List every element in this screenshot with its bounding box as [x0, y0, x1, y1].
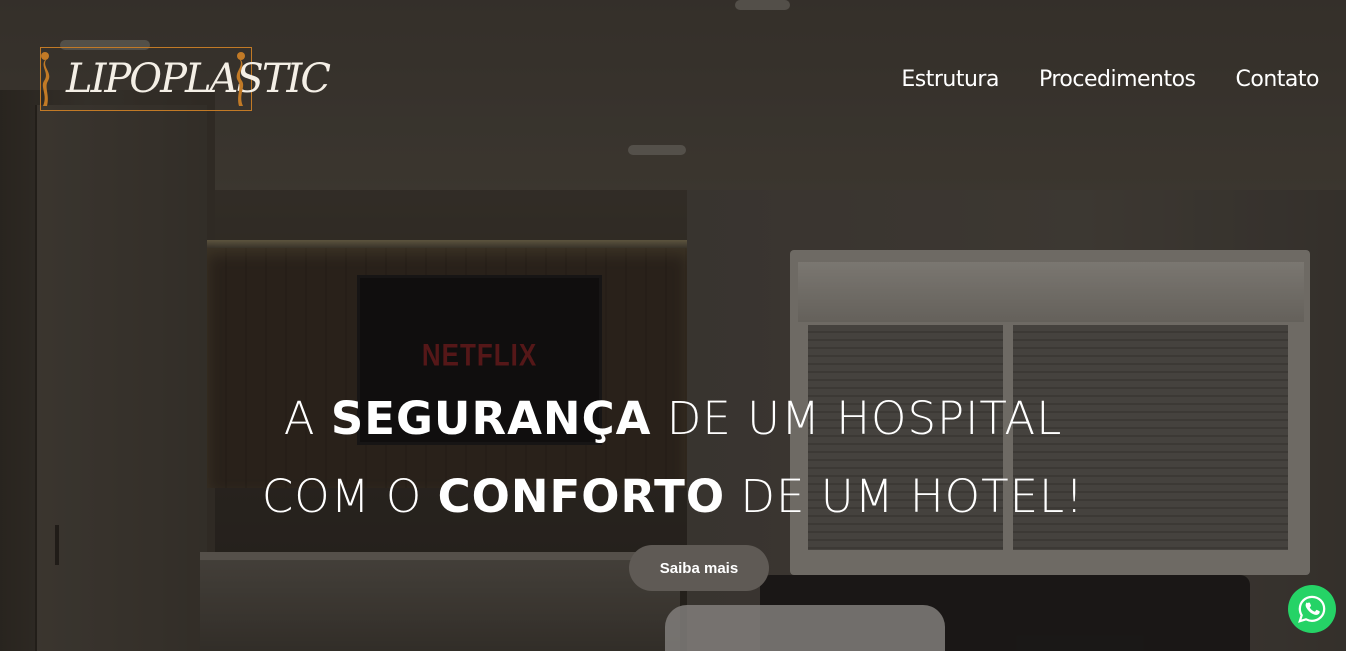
hero-line-2: COM O CONFORTO DE UM HOTEL! — [0, 458, 1346, 536]
hero-text: COM O — [261, 470, 438, 523]
nav-item-procedimentos[interactable]: Procedimentos — [1039, 64, 1196, 96]
hero-text-bold: SEGURANÇA — [330, 392, 652, 445]
whatsapp-button[interactable] — [1288, 585, 1336, 633]
saiba-mais-button[interactable]: Saiba mais — [629, 545, 769, 591]
hero-line-1: A SEGURANÇA DE UM HOSPITAL — [0, 380, 1346, 458]
hero-text: A — [283, 392, 331, 445]
brand-logo[interactable]: LIPOPLASTIC — [40, 47, 331, 111]
nav-item-contato[interactable]: Contato — [1236, 64, 1320, 96]
main-nav: Estrutura Procedimentos Contato — [901, 64, 1319, 96]
hero-text-bold: CONFORTO — [437, 470, 726, 523]
hero-text: DE UM HOTEL! — [725, 470, 1085, 523]
hero-text: DE UM HOSPITAL — [651, 392, 1063, 445]
nav-item-estrutura[interactable]: Estrutura — [901, 64, 999, 96]
logo-figure-icon — [41, 52, 50, 106]
logo-text: LIPOPLASTIC — [66, 56, 331, 102]
hero-headline: A SEGURANÇA DE UM HOSPITAL COM O CONFORT… — [0, 380, 1346, 536]
logo-figure-icon — [236, 52, 245, 106]
whatsapp-icon — [1298, 595, 1326, 623]
